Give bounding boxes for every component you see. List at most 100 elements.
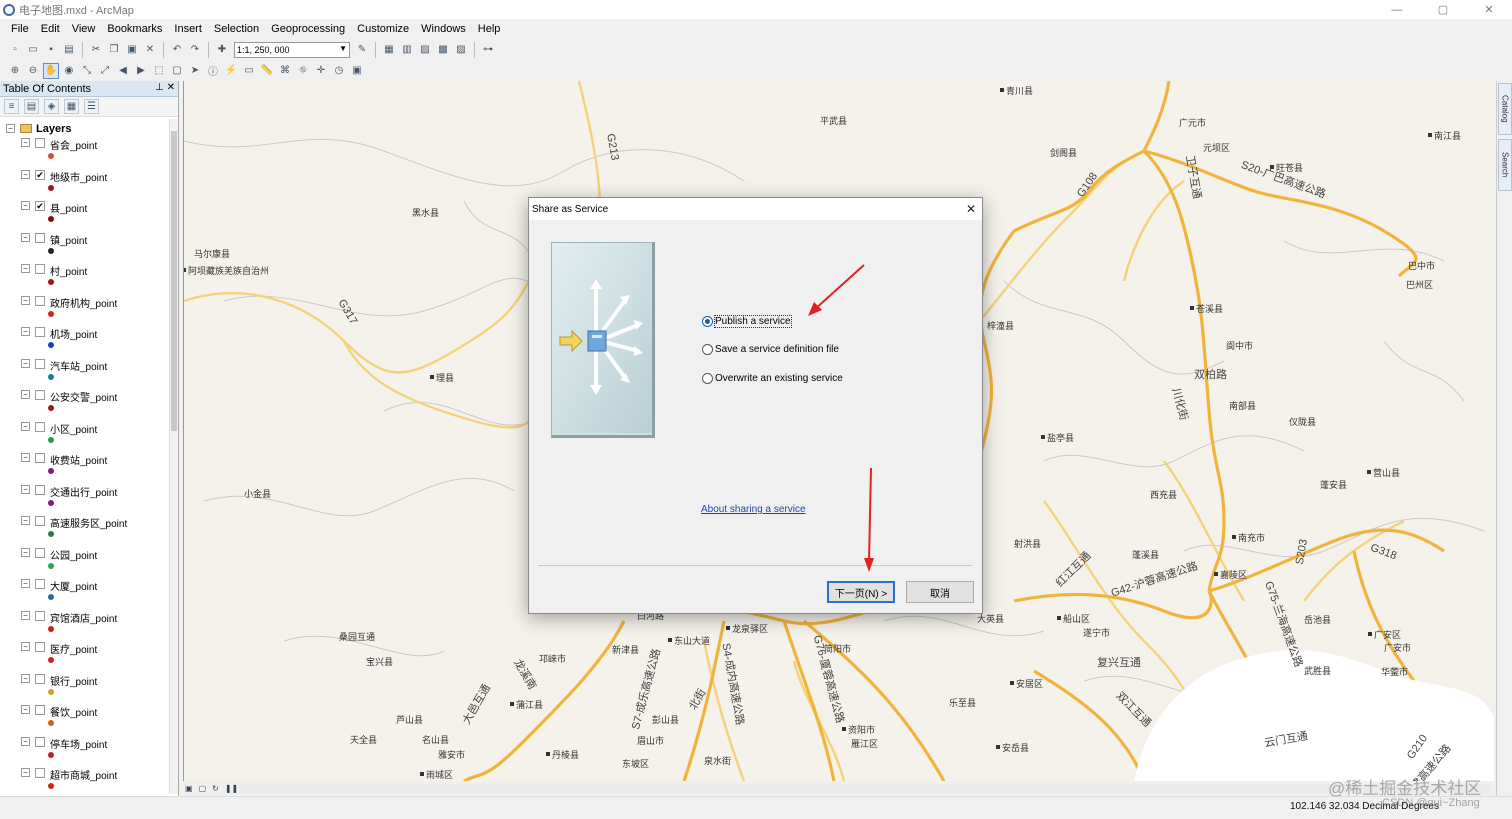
pause-drawing-icon[interactable]: ❚❚: [225, 784, 238, 793]
toc-layer-row[interactable]: − 餐饮_point: [0, 703, 170, 734]
toc-layer-row[interactable]: − 省会_point: [0, 136, 170, 167]
publish-service-radio[interactable]: [702, 316, 713, 327]
layer-visibility-checkbox[interactable]: [35, 736, 45, 747]
toc-layer-row[interactable]: − 机场_point: [0, 325, 170, 356]
collapse-icon[interactable]: −: [21, 736, 30, 746]
next-button[interactable]: 下一页(N) >: [827, 581, 895, 603]
layer-visibility-checkbox[interactable]: [35, 484, 45, 495]
collapse-icon[interactable]: −: [21, 169, 30, 179]
layer-visibility-checkbox[interactable]: [35, 421, 45, 432]
find-route-icon[interactable]: ⛗: [295, 63, 311, 79]
forward-extent-icon[interactable]: ▶: [133, 63, 149, 79]
toc-layer-row[interactable]: − 停车场_point: [0, 735, 170, 766]
layer-visibility-checkbox[interactable]: [35, 358, 45, 369]
new-document-icon[interactable]: ▫: [7, 42, 23, 58]
cut-icon[interactable]: ✂: [88, 42, 104, 58]
collapse-icon[interactable]: −: [21, 138, 30, 147]
measure-icon[interactable]: 📏: [259, 63, 275, 79]
save-icon[interactable]: ▪: [43, 42, 59, 58]
toc-layer-row[interactable]: − 村_point: [0, 262, 170, 293]
toc-layer-row[interactable]: − 高速服务区_point: [0, 514, 170, 545]
menu-customize[interactable]: Customize: [351, 23, 415, 35]
toc-layer-row[interactable]: − 小区_point: [0, 420, 170, 451]
layer-name[interactable]: 餐饮_point: [50, 704, 97, 719]
layer-visibility-checkbox[interactable]: [35, 138, 45, 148]
catalog-tab[interactable]: Catalog: [1498, 83, 1512, 135]
layer-visibility-checkbox[interactable]: [35, 232, 45, 243]
list-by-selection-icon[interactable]: ▦: [64, 99, 79, 114]
menu-insert[interactable]: Insert: [168, 23, 208, 35]
menu-file[interactable]: File: [5, 23, 35, 35]
layer-name[interactable]: 省会_point: [50, 137, 97, 152]
collapse-icon[interactable]: −: [21, 642, 30, 651]
save-definition-radio[interactable]: [702, 344, 713, 355]
layer-name[interactable]: 村_point: [50, 263, 87, 278]
layer-name[interactable]: 高速服务区_point: [50, 515, 127, 530]
paste-icon[interactable]: ▣: [124, 42, 140, 58]
collapse-icon[interactable]: −: [21, 673, 30, 683]
menu-help[interactable]: Help: [472, 23, 507, 35]
layer-visibility-checkbox[interactable]: [35, 516, 45, 526]
collapse-icon[interactable]: −: [21, 610, 30, 620]
layer-visibility-checkbox[interactable]: [35, 295, 45, 306]
pan-hand-icon[interactable]: ✋: [43, 62, 59, 79]
layer-name[interactable]: 公安交警_point: [50, 389, 117, 404]
toc-layer-row[interactable]: − 镇_point: [0, 231, 170, 262]
collapse-icon[interactable]: −: [21, 295, 30, 305]
collapse-icon[interactable]: −: [21, 453, 30, 462]
layer-visibility-checkbox[interactable]: [35, 264, 45, 274]
publish-service-option[interactable]: Publish a service: [702, 315, 792, 328]
goto-xy-icon[interactable]: ✛: [313, 63, 329, 79]
collapse-icon[interactable]: −: [21, 327, 30, 336]
maximize-button[interactable]: ▢: [1420, 0, 1466, 19]
toc-layer-row[interactable]: − 医疗_point: [0, 640, 170, 671]
layer-visibility-checkbox[interactable]: [35, 768, 45, 778]
layout-view-icon[interactable]: ▢: [199, 784, 207, 793]
save-definition-option[interactable]: Save a service definition file: [702, 344, 839, 355]
layer-name[interactable]: 机场_point: [50, 326, 97, 341]
layer-visibility-checkbox[interactable]: [35, 610, 45, 621]
layer-visibility-checkbox[interactable]: [35, 673, 45, 684]
collapse-icon[interactable]: −: [6, 124, 15, 133]
toc-layer-row[interactable]: − 公园_point: [0, 546, 170, 577]
toc-layer-row[interactable]: − ✔ 地级市_point: [0, 168, 170, 199]
collapse-icon[interactable]: −: [21, 705, 30, 714]
collapse-icon[interactable]: −: [21, 421, 30, 431]
clear-selection-icon[interactable]: ▢: [169, 63, 185, 79]
hyperlink-icon[interactable]: ⚡: [223, 63, 239, 79]
select-features-icon[interactable]: ⬚: [151, 63, 167, 79]
layer-visibility-checkbox[interactable]: [35, 547, 45, 558]
add-data-icon[interactable]: ✚: [214, 42, 230, 58]
collapse-icon[interactable]: −: [21, 264, 30, 273]
layer-name[interactable]: 地级市_point: [50, 169, 107, 184]
toc-scroll-thumb[interactable]: [171, 131, 177, 431]
zoom-out-icon[interactable]: ⊖: [25, 63, 41, 79]
list-by-source-icon[interactable]: ▤: [24, 99, 39, 114]
arctoolbox-icon[interactable]: ▩: [435, 42, 451, 58]
toc-window-icon[interactable]: ▦: [381, 42, 397, 58]
delete-icon[interactable]: ✕: [142, 42, 158, 58]
list-by-visibility-icon[interactable]: ◈: [44, 99, 59, 114]
cancel-button[interactable]: 取消: [906, 581, 974, 603]
about-sharing-link[interactable]: About sharing a service: [701, 504, 806, 515]
find-binoculars-icon[interactable]: ⌘: [277, 63, 293, 79]
minimize-button[interactable]: —: [1374, 0, 1420, 19]
layer-visibility-checkbox[interactable]: [35, 453, 45, 463]
dialog-close-icon[interactable]: ✕: [966, 202, 976, 216]
layer-name[interactable]: 银行_point: [50, 673, 97, 688]
layer-name[interactable]: 政府机构_point: [50, 295, 117, 310]
html-popup-icon[interactable]: ▭: [241, 63, 257, 79]
toc-scrollbar[interactable]: [169, 119, 178, 794]
layer-name[interactable]: 公园_point: [50, 547, 97, 562]
fixed-zoom-in-icon[interactable]: ⤡: [79, 63, 95, 79]
overwrite-service-option[interactable]: Overwrite an existing service: [702, 373, 843, 384]
toc-layer-row[interactable]: − ✔ 县_point: [0, 199, 170, 230]
python-window-icon[interactable]: ▨: [453, 42, 469, 58]
back-extent-icon[interactable]: ◀: [115, 63, 131, 79]
editor-toolbar-icon[interactable]: ✎: [354, 42, 370, 58]
layer-visibility-checkbox[interactable]: [35, 705, 45, 715]
search-tab[interactable]: Search: [1498, 139, 1512, 191]
undo-icon[interactable]: ↶: [169, 42, 185, 58]
collapse-icon[interactable]: −: [21, 579, 30, 588]
layer-visibility-checkbox[interactable]: [35, 579, 45, 589]
